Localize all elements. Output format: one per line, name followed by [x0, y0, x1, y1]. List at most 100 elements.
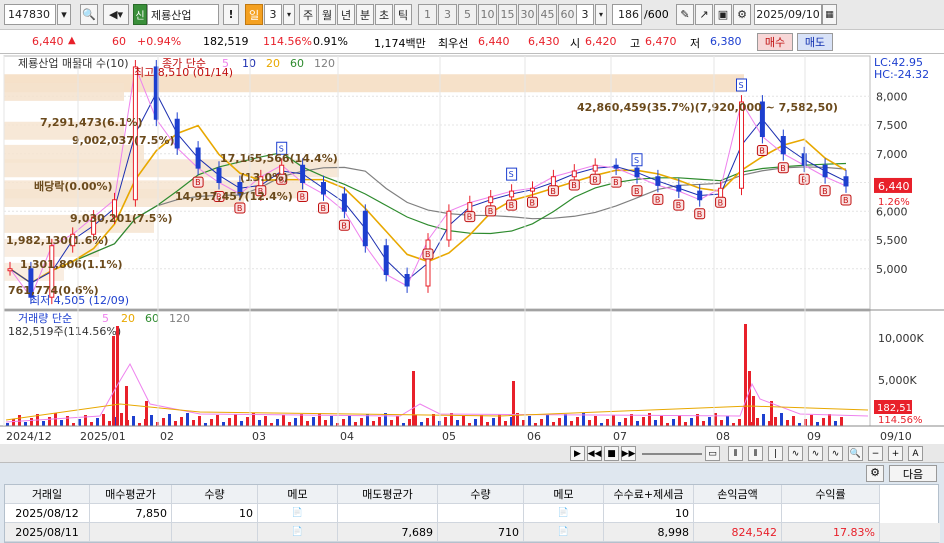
memo-icon[interactable]: 📄 [258, 523, 338, 542]
next-button[interactable]: 다음 [889, 465, 937, 482]
volume-spike-bar [744, 324, 747, 426]
credit-badge: 신 [133, 4, 147, 25]
font-size-icon[interactable]: A [908, 446, 923, 461]
volume-bar [546, 415, 549, 426]
buy-marker-label: B [655, 195, 661, 204]
column-header[interactable]: 메모 [258, 485, 338, 504]
period-button-0[interactable]: 주 [299, 4, 317, 25]
column-header[interactable]: 매도평균가 [338, 485, 438, 504]
chart-area[interactable]: 8,0007,5007,0006,5006,0005,5005,000BBBBB… [0, 54, 944, 444]
date-tick-label: 09/10 [880, 430, 912, 443]
zoom-in-icon[interactable]: ▭ [705, 446, 720, 461]
table-cell: 17.83% [782, 523, 880, 542]
date-input[interactable]: 2025/09/10 [754, 4, 822, 25]
settings-gear-icon[interactable]: ⚙ [866, 465, 884, 482]
volume-spike-bar [770, 401, 773, 426]
buy-marker-label: B [676, 201, 682, 210]
price-chart[interactable]: 8,0007,5007,0006,5006,0005,5005,000BBBBB… [0, 54, 944, 444]
hts-chart-window: 147830 ▾ 🔍 ◀▾ 신 제룡산업 ! 일 3 ▾ 3 ▾ 186 /60… [0, 0, 944, 543]
candle-body [7, 268, 13, 272]
code-input[interactable]: 147830 [4, 4, 56, 25]
candle-body [321, 182, 326, 195]
period-daily-button[interactable]: 일 [245, 4, 263, 25]
column-header[interactable]: 수수료+제세금 [604, 485, 694, 504]
settings-gear-icon[interactable]: ⚙ [733, 4, 751, 25]
interval-button-2[interactable]: 5 [458, 4, 477, 25]
volume-bar [240, 421, 243, 426]
interval-dropdown-icon[interactable]: ▾ [595, 4, 607, 25]
candle-body [676, 184, 682, 192]
candle-body [341, 193, 347, 212]
point-icon[interactable]: ∿ [828, 446, 843, 461]
code-dropdown-icon[interactable]: ▾ [57, 4, 71, 25]
volume-bar [210, 419, 213, 426]
interval-button-0[interactable]: 1 [418, 4, 437, 25]
period-button-2[interactable]: 년 [337, 4, 355, 25]
area-icon[interactable]: ∿ [808, 446, 823, 461]
turnover: 0.91% [313, 35, 348, 48]
interval-button-7[interactable]: 60 [558, 4, 577, 25]
plus-icon[interactable]: + [888, 446, 903, 461]
interval-button-6[interactable]: 45 [538, 4, 557, 25]
interval-button-1[interactable]: 3 [438, 4, 457, 25]
memo-icon[interactable]: 📄 [524, 504, 604, 523]
save-icon[interactable]: ▣ [714, 4, 732, 25]
bar-icon[interactable]: | [768, 446, 783, 461]
speaker-icon[interactable]: ◀▾ [103, 4, 129, 25]
bar-count-input[interactable]: 186 [612, 4, 642, 25]
volume-profile-label: 배당락(0.00%) [34, 179, 113, 193]
current-price-tag-label: 6,440 [878, 180, 910, 193]
line-icon[interactable]: ∿ [788, 446, 803, 461]
sell-button[interactable]: 매도 [797, 33, 833, 51]
minus-icon[interactable]: − [868, 446, 883, 461]
column-header[interactable]: 수익률 [782, 485, 880, 504]
current-pct-tag: 1.26% [878, 197, 910, 208]
table-row[interactable]: 2025/08/12 7,850 10 📄 📄 10 [5, 504, 940, 523]
line-tool-icon[interactable]: ↗ [695, 4, 713, 25]
volume-bar [168, 414, 171, 426]
zoom-slider[interactable] [642, 453, 702, 455]
column-header[interactable]: 수량 [172, 485, 258, 504]
volume-bar [786, 420, 789, 426]
period-button-3[interactable]: 분 [356, 4, 374, 25]
volume-bar [48, 417, 51, 426]
table-row[interactable]: 2025/08/11 📄 7,689 710 📄 8,998 824,542 17.83% [5, 523, 940, 542]
volume-spike-bar [116, 326, 119, 426]
volume-bar [30, 418, 33, 426]
column-header[interactable]: 매수평균가 [90, 485, 172, 504]
buy-button[interactable]: 매수 [757, 33, 793, 51]
stop-icon[interactable]: ■ [604, 446, 619, 461]
chart-type-icon[interactable]: ⫴ [728, 446, 743, 461]
high-price: 6,470 [645, 35, 677, 48]
buy-marker-label: B [467, 213, 473, 222]
interval-button-5[interactable]: 30 [518, 4, 537, 25]
scroll-left-icon[interactable]: ▶ [570, 446, 585, 461]
volume-bar [444, 417, 447, 426]
period-button-1[interactable]: 월 [318, 4, 336, 25]
memo-icon[interactable]: 📄 [524, 523, 604, 542]
info-button[interactable]: ! [223, 4, 239, 25]
interval-button-3[interactable]: 10 [478, 4, 497, 25]
volume-pct-tag: 114.56% [878, 415, 923, 426]
calendar-icon[interactable]: ▦ [822, 4, 837, 25]
candle-body [362, 210, 368, 247]
stock-name[interactable]: 제룡산업 [147, 4, 219, 25]
step-back-icon[interactable]: ◀◀ [587, 446, 602, 461]
search-zoom-icon[interactable]: 🔍 [848, 446, 863, 461]
volume-bar [720, 420, 723, 426]
column-header[interactable]: 메모 [524, 485, 604, 504]
period-button-4[interactable]: 초 [375, 4, 393, 25]
candle-icon[interactable]: ⫴ [748, 446, 763, 461]
period-count[interactable]: 3 [264, 4, 282, 25]
step-forward-icon[interactable]: ▶▶ [621, 446, 636, 461]
column-header[interactable]: 손익금액 [694, 485, 782, 504]
column-header[interactable]: 수량 [438, 485, 524, 504]
interval-button-4[interactable]: 15 [498, 4, 517, 25]
column-header[interactable]: 거래일 [5, 485, 90, 504]
search-icon[interactable]: 🔍 [80, 4, 98, 25]
memo-icon[interactable]: 📄 [258, 504, 338, 523]
period-button-5[interactable]: 틱 [394, 4, 412, 25]
interval-input[interactable]: 3 [576, 4, 594, 25]
indicator-icon[interactable]: ✎ [676, 4, 694, 25]
period-count-dropdown-icon[interactable]: ▾ [283, 4, 295, 25]
